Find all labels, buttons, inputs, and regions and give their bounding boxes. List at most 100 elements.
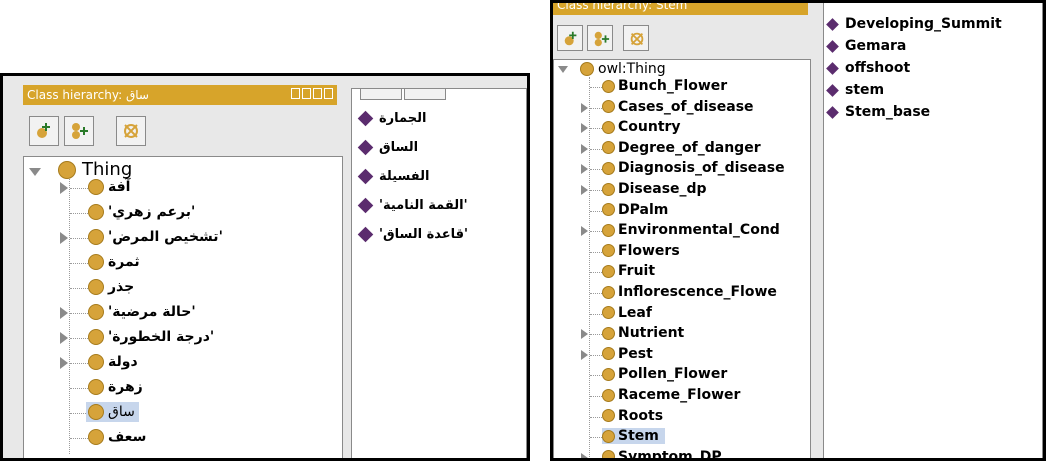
right-class-node[interactable]: Fruit: [602, 263, 655, 279]
left-root-node[interactable]: Thing: [58, 159, 132, 180]
left-class-node[interactable]: دولة: [88, 354, 138, 370]
right-delete-class-button[interactable]: [623, 25, 649, 51]
right-add-subclass-button[interactable]: [557, 25, 583, 51]
left-class-node[interactable]: آفة: [88, 179, 130, 195]
class-icon: [88, 429, 104, 445]
right-class-node[interactable]: Disease_dp: [602, 181, 707, 197]
right-individual-item[interactable]: Developing_Summit: [826, 16, 1002, 32]
expand-icon[interactable]: [581, 102, 588, 113]
right-class-node[interactable]: Raceme_Flower: [602, 387, 740, 403]
expand-icon[interactable]: [581, 185, 588, 195]
left-individual-item[interactable]: 'قاعدة الساق': [357, 226, 468, 243]
right-class-node[interactable]: DPalm: [602, 202, 668, 218]
left-class-hierarchy-titlebar: Class hierarchy: ساق: [23, 85, 337, 105]
individual-icon: [826, 105, 839, 119]
class-icon: [602, 79, 615, 93]
right-class-node[interactable]: Flowers: [602, 243, 680, 259]
right-class-node[interactable]: Cases_of_disease: [602, 99, 754, 115]
class-icon: [602, 326, 615, 340]
left-class-node[interactable]: 'تشخيص المرض': [88, 229, 223, 245]
right-individual-item[interactable]: Stem_base: [826, 104, 930, 120]
class-icon: [602, 347, 615, 361]
expand-icon[interactable]: [581, 329, 588, 340]
class-icon: [88, 279, 104, 295]
left-class-hierarchy-title: Class hierarchy: ساق: [27, 88, 149, 102]
left-class-node[interactable]: 'درجة الخطورة': [88, 329, 214, 345]
right-class-node[interactable]: Roots: [602, 408, 663, 424]
class-icon: [602, 244, 615, 258]
individual-icon: [826, 83, 839, 97]
class-icon: [88, 379, 104, 395]
right-root-node[interactable]: owl:Thing: [580, 61, 666, 77]
right-individual-item[interactable]: offshoot: [826, 60, 910, 76]
right-protege-panel: Class hierarchy: Stem owl:Thing Bunch_Fl…: [550, 0, 1046, 461]
right-class-node[interactable]: Inflorescence_Flowe: [602, 284, 777, 300]
expand-icon[interactable]: [60, 182, 68, 194]
right-class-node[interactable]: Degree_of_danger: [602, 140, 761, 156]
expand-icon[interactable]: [581, 349, 588, 360]
left-selected-class-node[interactable]: ساق: [86, 402, 139, 422]
class-icon: [88, 254, 104, 270]
left-individual-item[interactable]: الجمارة: [357, 110, 426, 127]
expand-icon[interactable]: [581, 226, 588, 237]
class-icon: [602, 203, 615, 217]
right-individual-item[interactable]: stem: [826, 82, 884, 98]
class-icon: [580, 62, 594, 76]
add-sibling-icon: [72, 123, 88, 139]
right-class-node[interactable]: Diagnosis_of_disease: [602, 160, 785, 176]
class-icon: [602, 409, 615, 423]
left-class-node[interactable]: 'برعم زهري': [88, 204, 195, 220]
class-icon: [602, 120, 615, 134]
right-class-node[interactable]: Country: [602, 119, 681, 135]
class-icon: [88, 304, 104, 320]
class-icon: [602, 141, 615, 155]
expand-icon[interactable]: [60, 357, 68, 369]
left-delete-class-button[interactable]: [116, 116, 146, 146]
add-sibling-icon: [594, 31, 610, 47]
expand-icon[interactable]: [581, 123, 588, 134]
class-icon: [602, 182, 615, 196]
class-icon: [88, 329, 104, 345]
expand-icon[interactable]: [581, 164, 588, 175]
class-icon: [58, 160, 76, 179]
left-individual-item[interactable]: الساق: [357, 139, 418, 156]
left-individual-item[interactable]: 'القمة النامية': [357, 197, 468, 214]
left-class-node[interactable]: سعف: [88, 429, 146, 445]
right-class-node[interactable]: Leaf: [602, 305, 652, 321]
right-class-node[interactable]: Symptom_DP: [602, 449, 722, 458]
left-individual-item[interactable]: الفسيلة: [357, 168, 429, 185]
individual-icon: [357, 168, 374, 185]
expand-icon[interactable]: [60, 307, 68, 319]
right-class-node[interactable]: Environmental_Cond: [602, 222, 780, 238]
right-class-node[interactable]: Pollen_Flower: [602, 366, 727, 382]
expand-icon[interactable]: [60, 232, 68, 244]
left-add-subclass-button[interactable]: [29, 116, 59, 146]
left-class-node[interactable]: جذر: [88, 279, 134, 295]
right-selected-class-node[interactable]: Stem: [602, 428, 665, 445]
add-subclass-icon: [564, 31, 577, 46]
right-individuals-list[interactable]: Developing_Summit Gemara offshoot stem S…: [823, 3, 1043, 458]
right-root-expand-icon[interactable]: [558, 66, 568, 73]
expand-icon[interactable]: [581, 452, 588, 458]
left-individuals-list[interactable]: الجمارة الساق الفسيلة 'القمة النامية' 'ق…: [351, 88, 527, 458]
add-subclass-icon: [37, 123, 50, 138]
left-class-tree[interactable]: Thing آفة 'برعم زهري' 'تشخيص المرض' ثمرة…: [23, 156, 343, 458]
right-class-tree[interactable]: owl:Thing Bunch_Flower Cases_of_disease Co…: [553, 59, 811, 458]
individual-icon: [357, 197, 374, 214]
right-individual-item[interactable]: Gemara: [826, 38, 906, 54]
left-root-expand-icon[interactable]: [29, 168, 41, 176]
individual-icon: [357, 110, 374, 127]
right-class-node[interactable]: Bunch_Flower: [602, 78, 727, 94]
left-window-controls[interactable]: [291, 88, 333, 99]
left-add-sibling-button[interactable]: [64, 116, 94, 146]
right-add-sibling-button[interactable]: [587, 25, 613, 51]
left-protege-panel: Class hierarchy: ساق Thing آفة 'برعم زهر…: [0, 73, 530, 461]
expand-icon[interactable]: [581, 143, 588, 154]
delete-class-icon: [630, 32, 644, 46]
expand-icon[interactable]: [60, 332, 68, 344]
left-class-node[interactable]: ثمرة: [88, 254, 140, 270]
right-class-node[interactable]: Pest: [602, 346, 653, 362]
right-class-node[interactable]: Nutrient: [602, 325, 684, 341]
left-class-node[interactable]: زهرة: [88, 379, 143, 395]
left-class-node[interactable]: 'حالة مرضية': [88, 304, 196, 320]
